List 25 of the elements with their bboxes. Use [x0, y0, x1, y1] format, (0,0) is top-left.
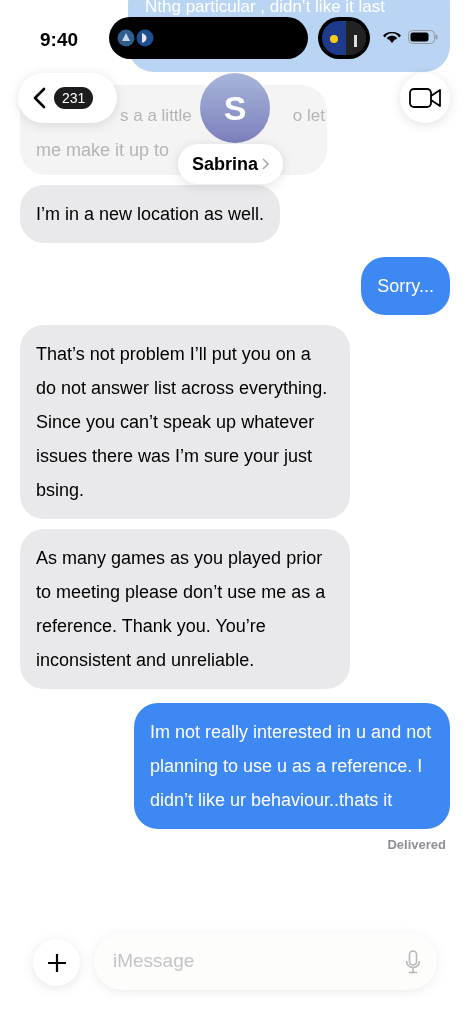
message-bubble: As many games as you played prior to meeting please don’t use me as a reference. Thank you. You’re inconsistent and unreliable. — [20, 529, 350, 689]
battery-icon — [408, 30, 438, 44]
message-bubble: That’s not problem I’ll put you on a do not answer list across everything. Since you can’t speak up whatever issues there was I’m sure your just bsing. — [20, 325, 350, 519]
status-time: 9:40 — [40, 28, 79, 52]
back-button[interactable]: 231 — [18, 73, 117, 123]
video-camera-icon — [409, 88, 441, 108]
chevron-right-icon — [262, 158, 270, 170]
delivery-status: Delivered — [387, 836, 446, 854]
team-logo-icon — [136, 29, 154, 47]
message-text: o let — [292, 105, 325, 127]
message-bubble: Im not really interested in u and not planning to use u as a reference. I didn’t like ur behaviour..thats it — [134, 703, 450, 829]
wifi-icon — [382, 29, 402, 44]
back-chevron-icon — [32, 87, 46, 109]
unread-count-badge: 231 — [54, 87, 94, 109]
add-button[interactable] — [33, 939, 80, 986]
message-text: Nthg particular , didn’t like it last — [145, 0, 386, 15]
plus-icon — [46, 952, 67, 973]
message-text: s a a little — [120, 105, 192, 127]
message-text: me make it up to — [36, 139, 170, 162]
video-call-button[interactable] — [400, 73, 450, 123]
message-bubble: I’m in a new location as well. — [20, 185, 281, 243]
message-input[interactable]: iMessage — [113, 947, 405, 976]
message-bubble: Sorry... — [361, 257, 450, 315]
contact-name-button[interactable]: Sabrina — [178, 144, 284, 184]
team-logo-icon — [117, 29, 135, 47]
